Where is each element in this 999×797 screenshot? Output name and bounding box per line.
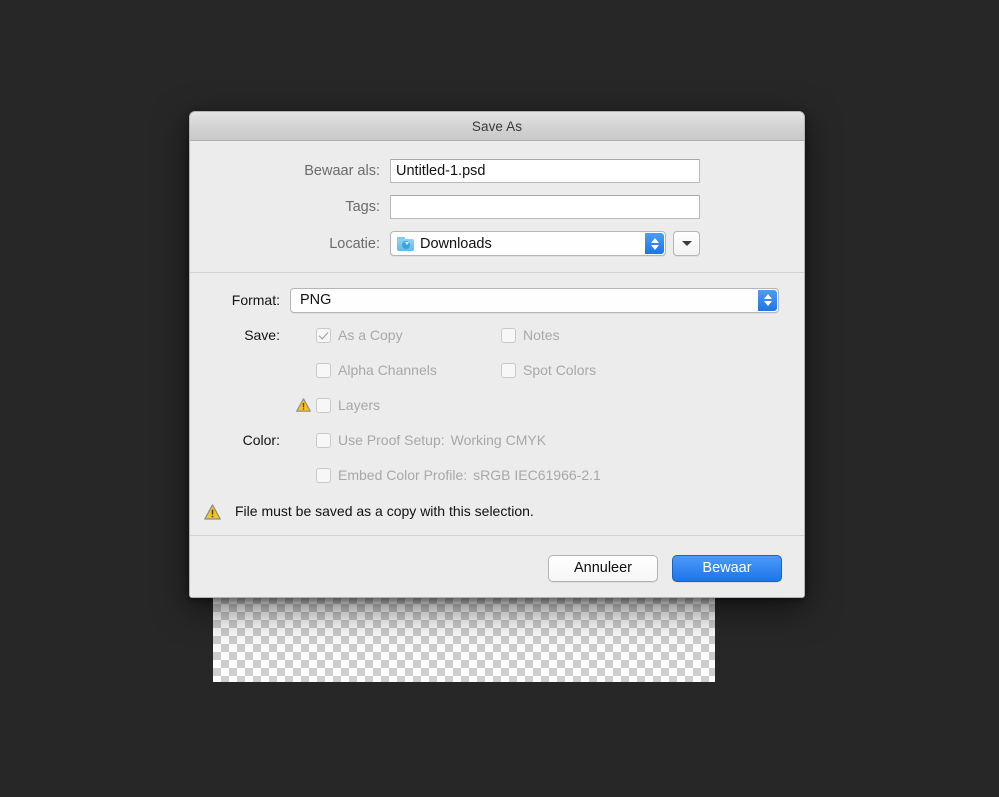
color-options-row-2: Embed Color Profile: sRGB IEC61966-2.1 <box>190 462 804 488</box>
dialog-button-bar: Annuleer Bewaar <box>190 536 804 597</box>
checkbox-as-a-copy-box[interactable] <box>316 327 331 343</box>
format-label: Format: <box>231 292 280 308</box>
save-options-row-3: Layers <box>190 392 804 418</box>
location-value: Downloads <box>420 235 492 252</box>
save-button[interactable]: Bewaar <box>672 554 782 582</box>
checkbox-notes-label: Notes <box>523 327 560 343</box>
checkbox-use-proof-setup-label: Use Proof Setup: <box>338 432 445 448</box>
checkbox-use-proof-setup[interactable]: Use Proof Setup: Working CMYK <box>316 432 546 448</box>
dialog-titlebar: Save As <box>190 112 804 141</box>
warning-triangle-icon <box>295 398 311 412</box>
checkbox-alpha-channels-box[interactable] <box>316 362 331 378</box>
tags-input[interactable] <box>390 195 700 219</box>
format-stepper-updown-icon[interactable] <box>758 289 777 311</box>
location-combo-box[interactable]: Downloads <box>390 231 666 256</box>
checkbox-as-a-copy-label: As a Copy <box>338 327 403 343</box>
use-proof-setup-value: Working CMYK <box>450 432 547 448</box>
checkbox-as-a-copy[interactable]: As a Copy <box>316 327 501 343</box>
save-as-name-input[interactable] <box>390 159 700 183</box>
color-label: Color: <box>242 432 280 448</box>
checkbox-embed-color-profile-box[interactable] <box>316 467 331 483</box>
format-row: Format: PNG <box>190 287 804 313</box>
chevron-down-icon <box>681 241 692 246</box>
checkbox-spot-colors-label: Spot Colors <box>523 362 597 378</box>
save-as-name-label: Bewaar als: <box>304 163 380 179</box>
checkbox-layers-box[interactable] <box>316 397 331 413</box>
save-label: Save: <box>244 327 280 343</box>
checkbox-notes-box[interactable] <box>501 327 516 343</box>
save-as-name-row: Bewaar als: <box>190 159 804 183</box>
checkbox-layers[interactable]: Layers <box>316 397 501 413</box>
location-stepper-updown-icon[interactable] <box>645 233 664 254</box>
warning-message-row: File must be saved as a copy with this s… <box>190 497 804 525</box>
checkbox-notes[interactable]: Notes <box>501 327 560 343</box>
location-label: Locatie: <box>329 235 380 252</box>
save-options-row-1: Save: As a Copy Notes <box>190 322 804 348</box>
checkbox-alpha-channels-label: Alpha Channels <box>338 362 437 378</box>
save-as-dialog: Save As Bewaar als: Tags: Locatie: Downl… <box>189 111 805 598</box>
location-row: Locatie: Downloads <box>190 231 804 256</box>
warning-triangle-icon-footer <box>204 504 221 520</box>
dialog-title: Save As <box>471 118 523 134</box>
warning-message-text: File must be saved as a copy with this s… <box>235 503 534 519</box>
photoshop-options-section: Format: PNG Save: As a Copy Notes Alpha … <box>190 273 804 536</box>
checkbox-spot-colors-box[interactable] <box>501 362 516 378</box>
tags-row: Tags: <box>190 195 804 219</box>
checkbox-layers-label: Layers <box>338 397 381 413</box>
checkbox-embed-color-profile[interactable]: Embed Color Profile: sRGB IEC61966-2.1 <box>316 467 601 483</box>
cancel-button[interactable]: Annuleer <box>548 554 658 582</box>
embed-color-profile-value: sRGB IEC61966-2.1 <box>473 467 601 483</box>
checkbox-use-proof-setup-box[interactable] <box>316 432 331 448</box>
layers-warning-slot <box>290 398 316 412</box>
file-location-section: Bewaar als: Tags: Locatie: Downloads <box>190 141 804 273</box>
checkbox-embed-color-profile-label: Embed Color Profile: <box>338 467 468 483</box>
checkbox-spot-colors[interactable]: Spot Colors <box>501 362 596 378</box>
checkbox-alpha-channels[interactable]: Alpha Channels <box>316 362 501 378</box>
color-options-row-1: Color: Use Proof Setup: Working CMYK <box>190 427 804 453</box>
tags-label: Tags: <box>345 199 380 215</box>
save-options-row-2: Alpha Channels Spot Colors <box>190 357 804 383</box>
downloads-folder-icon <box>397 236 414 251</box>
expand-browser-button[interactable] <box>673 231 700 256</box>
format-popup-button[interactable]: PNG <box>290 287 779 313</box>
format-value: PNG <box>300 292 332 308</box>
